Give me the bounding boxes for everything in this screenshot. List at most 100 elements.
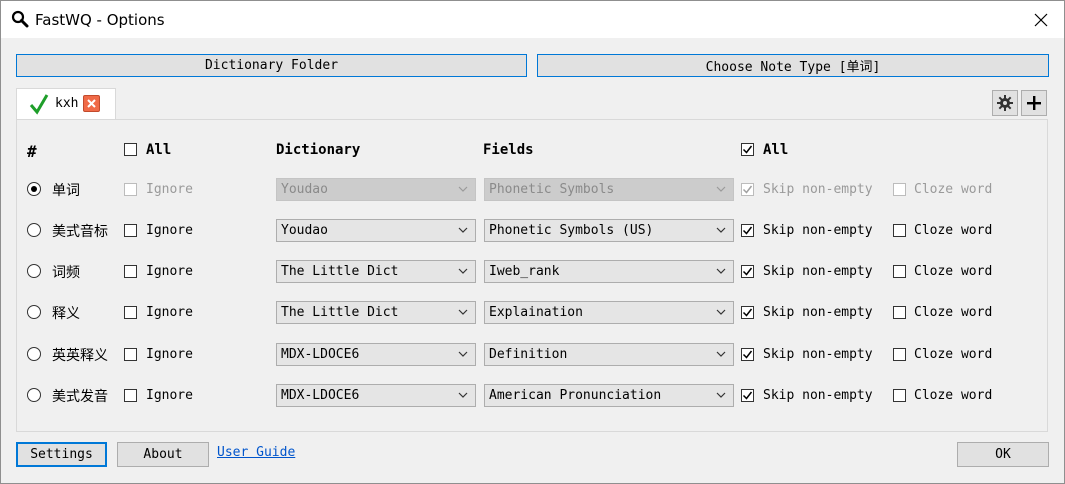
skip-nonempty-checkbox[interactable] (741, 265, 754, 278)
chevron-down-icon (458, 351, 468, 357)
field-name: 释义 (52, 306, 80, 322)
settings-gear-button[interactable] (992, 90, 1018, 116)
dictionary-select[interactable]: The Little Dict (276, 260, 476, 283)
dict-field-value: Phonetic Symbols (US) (489, 223, 654, 238)
chevron-down-icon (716, 309, 726, 315)
ignore-label: Ignore (146, 388, 193, 403)
skip-nonempty-checkbox[interactable] (741, 183, 754, 196)
header-dictionary: Dictionary (276, 142, 361, 158)
dictionary-value: Youdao (281, 182, 328, 197)
dict-field-select[interactable]: Explaination (484, 301, 734, 324)
ignore-all-checkbox[interactable] (124, 143, 137, 156)
dictionary-select[interactable]: Youdao (276, 219, 476, 242)
gear-icon (997, 95, 1013, 111)
skip-nonempty-label: Skip non-empty (763, 264, 873, 279)
cloze-word-label: Cloze word (914, 347, 993, 362)
field-radio[interactable] (27, 264, 41, 278)
close-window-button[interactable] (1018, 1, 1064, 38)
dictionary-select[interactable]: MDX-LDOCE6 (276, 384, 476, 407)
dict-field-value: Definition (489, 347, 568, 362)
dict-field-select[interactable]: American Pronunciation (484, 384, 734, 407)
chevron-down-icon (716, 186, 726, 192)
about-button[interactable]: About (117, 442, 209, 467)
ignore-label: Ignore (146, 264, 193, 279)
dictionary-select[interactable]: Youdao (276, 178, 476, 201)
tab-close-icon[interactable] (83, 95, 100, 112)
dictionary-value: The Little Dict (281, 305, 399, 320)
cloze-word-checkbox[interactable] (893, 265, 906, 278)
chevron-down-icon (716, 227, 726, 233)
skip-nonempty-label: Skip non-empty (763, 347, 873, 362)
choose-note-type-button[interactable]: Choose Note Type [单词] (537, 54, 1049, 77)
ignore-label: Ignore (146, 182, 193, 197)
cloze-word-label: Cloze word (914, 305, 993, 320)
cloze-word-checkbox[interactable] (893, 348, 906, 361)
field-radio[interactable] (27, 223, 41, 237)
dict-field-select[interactable]: Definition (484, 343, 734, 366)
tab-label: kxh (55, 96, 79, 111)
dictionary-value: MDX-LDOCE6 (281, 347, 360, 362)
ignore-checkbox[interactable] (124, 389, 137, 402)
dict-field-select[interactable]: Iweb_rank (484, 260, 734, 283)
skip-nonempty-checkbox[interactable] (741, 389, 754, 402)
dictionary-select[interactable]: The Little Dict (276, 301, 476, 324)
app-magnifier-icon (11, 10, 29, 32)
dictionary-select[interactable]: MDX-LDOCE6 (276, 343, 476, 366)
ignore-checkbox[interactable] (124, 348, 137, 361)
chevron-down-icon (458, 227, 468, 233)
cloze-word-label: Cloze word (914, 182, 993, 197)
skip-nonempty-label: Skip non-empty (763, 182, 873, 197)
field-name: 单词 (52, 183, 80, 199)
chevron-down-icon (458, 392, 468, 398)
ignore-checkbox[interactable] (124, 265, 137, 278)
cloze-word-label: Cloze word (914, 223, 993, 238)
ok-button[interactable]: OK (957, 442, 1049, 467)
dictionary-folder-button[interactable]: Dictionary Folder (16, 54, 527, 77)
skip-nonempty-label: Skip non-empty (763, 223, 873, 238)
skip-nonempty-checkbox[interactable] (741, 306, 754, 319)
skip-nonempty-label: Skip non-empty (763, 305, 873, 320)
skip-all-checkbox[interactable] (741, 143, 754, 156)
field-radio[interactable] (27, 182, 41, 196)
header-ignore-all: All (146, 142, 172, 158)
cloze-word-checkbox[interactable] (893, 306, 906, 319)
cloze-word-checkbox[interactable] (893, 389, 906, 402)
cloze-word-label: Cloze word (914, 388, 993, 403)
dict-field-select[interactable]: Phonetic Symbols (484, 178, 734, 201)
check-icon (29, 93, 49, 119)
chevron-down-icon (716, 351, 726, 357)
dictionary-value: MDX-LDOCE6 (281, 388, 360, 403)
dict-field-select[interactable]: Phonetic Symbols (US) (484, 219, 734, 242)
ignore-checkbox[interactable] (124, 224, 137, 237)
field-name: 美式发音 (52, 389, 108, 405)
dict-field-value: Phonetic Symbols (489, 182, 615, 197)
settings-button[interactable]: Settings (16, 442, 107, 467)
add-tab-button[interactable] (1021, 90, 1047, 116)
field-name: 美式音标 (52, 224, 108, 240)
cloze-word-label: Cloze word (914, 264, 993, 279)
field-radio[interactable] (27, 347, 41, 361)
cloze-word-checkbox[interactable] (893, 224, 906, 237)
field-radio[interactable] (27, 305, 41, 319)
plus-icon (1027, 96, 1041, 110)
skip-nonempty-checkbox[interactable] (741, 224, 754, 237)
close-icon (1034, 13, 1048, 26)
header-hash: # (27, 142, 37, 161)
field-radio[interactable] (27, 388, 41, 402)
cloze-word-checkbox[interactable] (893, 183, 906, 196)
skip-nonempty-checkbox[interactable] (741, 348, 754, 361)
tab-kxh[interactable]: kxh (16, 88, 116, 119)
field-name: 英英释义 (52, 348, 108, 364)
ignore-checkbox[interactable] (124, 306, 137, 319)
skip-nonempty-label: Skip non-empty (763, 388, 873, 403)
ignore-label: Ignore (146, 305, 193, 320)
ignore-label: Ignore (146, 347, 193, 362)
header-skip-all: All (763, 142, 789, 158)
header-fields: Fields (483, 142, 534, 158)
dict-field-value: American Pronunciation (489, 388, 662, 403)
dictionary-value: The Little Dict (281, 264, 399, 279)
chevron-down-icon (458, 186, 468, 192)
ignore-checkbox[interactable] (124, 183, 137, 196)
user-guide-link[interactable]: User Guide (217, 445, 295, 460)
chevron-down-icon (458, 268, 468, 274)
